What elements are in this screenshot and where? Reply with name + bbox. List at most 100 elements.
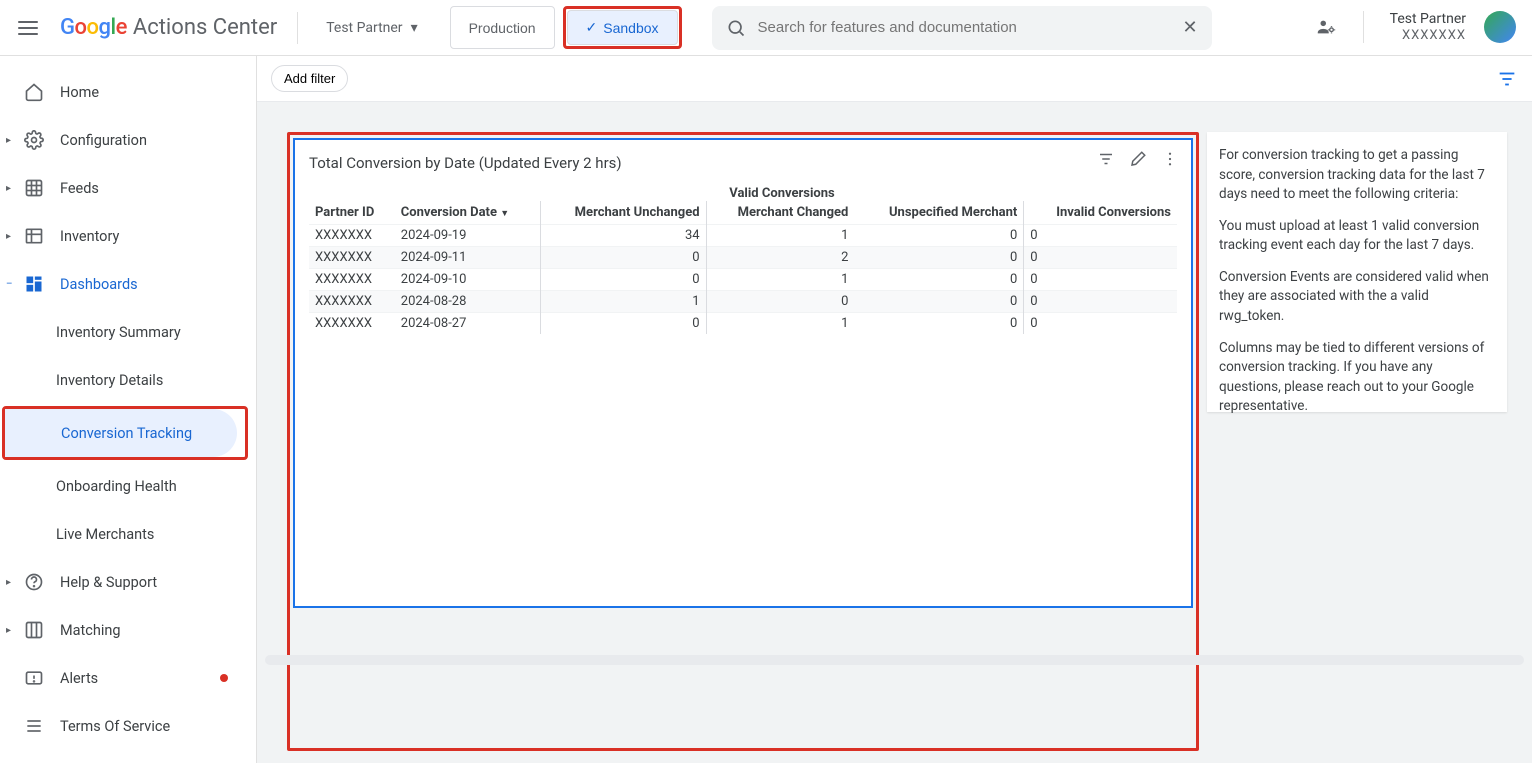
sub-label: Inventory Summary — [56, 324, 181, 341]
nav-feeds[interactable]: Feeds — [0, 164, 248, 212]
nav-inventory-details[interactable]: Inventory Details — [0, 356, 248, 404]
nav-help[interactable]: Help & Support — [0, 558, 248, 606]
nav-label: Configuration — [60, 132, 147, 149]
col-group-valid: Valid Conversions — [540, 182, 1024, 201]
col-conversion-date[interactable]: Conversion Date ▼ — [395, 201, 540, 225]
nav-conversion-tracking[interactable]: Conversion Tracking — [5, 409, 237, 457]
search-input[interactable] — [758, 19, 1171, 36]
nav-inventory[interactable]: Inventory — [0, 212, 248, 260]
add-filter-label: Add filter — [284, 71, 335, 86]
nav-label: Matching — [60, 622, 121, 639]
partner-name: Test Partner — [326, 20, 402, 36]
inventory-icon — [24, 226, 44, 246]
product-name: Actions Center — [133, 15, 277, 40]
nav-label: Feeds — [60, 180, 99, 197]
divider — [297, 12, 298, 44]
cell-partner-id: XXXXXXX — [309, 291, 395, 313]
cell-mu: 34 — [540, 225, 706, 247]
cell-partner-id: XXXXXXX — [309, 225, 395, 247]
check-icon: ✓ — [586, 19, 598, 36]
avatar[interactable] — [1484, 11, 1516, 43]
nav-inventory-summary[interactable]: Inventory Summary — [0, 308, 248, 356]
table-row: XXXXXXX2024-09-100100 — [309, 269, 1177, 291]
nav-label: Terms Of Service — [60, 718, 170, 735]
more-icon[interactable] — [1161, 150, 1179, 168]
nav-home[interactable]: Home — [0, 68, 248, 116]
menu-icon[interactable] — [16, 16, 40, 40]
nav-tos[interactable]: Terms Of Service — [0, 702, 248, 750]
cell-partner-id: XXXXXXX — [309, 269, 395, 291]
gear-icon — [24, 130, 44, 150]
col-partner-id[interactable]: Partner ID — [309, 201, 395, 225]
conversion-chart-card: Total Conversion by Date (Updated Every … — [293, 138, 1193, 608]
cell-date: 2024-08-27 — [395, 313, 540, 335]
user-settings-icon[interactable] — [1315, 16, 1337, 38]
nav-alerts[interactable]: Alerts — [0, 654, 248, 702]
sub-label: Onboarding Health — [56, 478, 177, 495]
cell-mc: 1 — [706, 225, 854, 247]
sandbox-highlight: ✓ Sandbox — [563, 6, 682, 49]
nav-label: Help & Support — [60, 574, 157, 591]
cell-partner-id: XXXXXXX — [309, 247, 395, 269]
nav-matching[interactable]: Matching — [0, 606, 248, 654]
table-row: XXXXXXX2024-08-281000 — [309, 291, 1177, 313]
app-header: Google Actions Center Test Partner ▾ Pro… — [0, 0, 1532, 56]
nav-label: Alerts — [60, 670, 98, 687]
sub-label: Live Merchants — [56, 526, 154, 543]
cell-um: 0 — [854, 313, 1023, 335]
add-filter-button[interactable]: Add filter — [271, 65, 348, 92]
cell-ic: 0 — [1024, 291, 1177, 313]
horizontal-scrollbar[interactable] — [265, 655, 1524, 665]
sub-label: Conversion Tracking — [61, 425, 192, 442]
cell-mu: 0 — [540, 313, 706, 335]
nav-dashboards[interactable]: – Dashboards — [0, 260, 248, 308]
cell-mu: 1 — [540, 291, 706, 313]
col-unspecified-merchant[interactable]: Unspecified Merchant — [854, 201, 1023, 225]
nav-label: Home — [60, 84, 99, 101]
clear-icon[interactable]: ✕ — [1182, 17, 1197, 38]
col-merchant-unchanged[interactable]: Merchant Unchanged — [540, 201, 706, 225]
cell-mu: 0 — [540, 269, 706, 291]
sort-desc-icon: ▼ — [500, 209, 509, 219]
table-row: XXXXXXX2024-09-1934100 — [309, 225, 1177, 247]
cell-date: 2024-09-11 — [395, 247, 540, 269]
cell-mc: 0 — [706, 291, 854, 313]
col-invalid-conversions[interactable]: Invalid Conversions — [1024, 201, 1177, 225]
cell-um: 0 — [854, 269, 1023, 291]
content-area: Total Conversion by Date (Updated Every … — [257, 102, 1532, 763]
cell-date: 2024-08-28 — [395, 291, 540, 313]
cell-date: 2024-09-19 — [395, 225, 540, 247]
cell-ic: 0 — [1024, 225, 1177, 247]
cell-ic: 0 — [1024, 269, 1177, 291]
conversion-table: Valid Conversions Partner ID Conversion … — [309, 182, 1177, 334]
nav-live-merchants[interactable]: Live Merchants — [0, 510, 248, 558]
production-button[interactable]: Production — [450, 6, 555, 49]
col-merchant-changed[interactable]: Merchant Changed — [706, 201, 854, 225]
nav-label: Inventory — [60, 228, 119, 245]
info-text: You must upload at least 1 valid convers… — [1219, 217, 1495, 256]
product-logo[interactable]: Google Actions Center — [60, 15, 277, 40]
table-row: XXXXXXX2024-09-110200 — [309, 247, 1177, 269]
cell-partner-id: XXXXXXX — [309, 313, 395, 335]
alerts-icon — [24, 668, 44, 688]
account-name: Test Partner — [1390, 11, 1466, 28]
account-info[interactable]: Test Partner XXXXXXX — [1390, 11, 1466, 43]
chart-title: Total Conversion by Date (Updated Every … — [309, 154, 1177, 172]
info-text: Columns may be tied to different version… — [1219, 339, 1495, 417]
search-bar[interactable]: ✕ — [712, 6, 1212, 50]
chart-filter-icon[interactable] — [1097, 150, 1115, 168]
nav-configuration[interactable]: Configuration — [0, 116, 248, 164]
tos-icon — [24, 716, 44, 736]
edit-icon[interactable] — [1129, 150, 1147, 168]
google-logo: Google — [60, 15, 127, 40]
chevron-down-icon: ▾ — [411, 20, 418, 36]
filter-icon[interactable] — [1496, 68, 1518, 90]
grid-icon — [24, 178, 44, 198]
sandbox-label: Sandbox — [603, 20, 658, 36]
cell-mc: 1 — [706, 269, 854, 291]
nav-onboarding-health[interactable]: Onboarding Health — [0, 462, 248, 510]
filter-bar: Add filter — [257, 56, 1532, 102]
partner-dropdown[interactable]: Test Partner ▾ — [318, 20, 425, 36]
sandbox-button[interactable]: ✓ Sandbox — [567, 10, 678, 45]
help-icon — [24, 572, 44, 592]
